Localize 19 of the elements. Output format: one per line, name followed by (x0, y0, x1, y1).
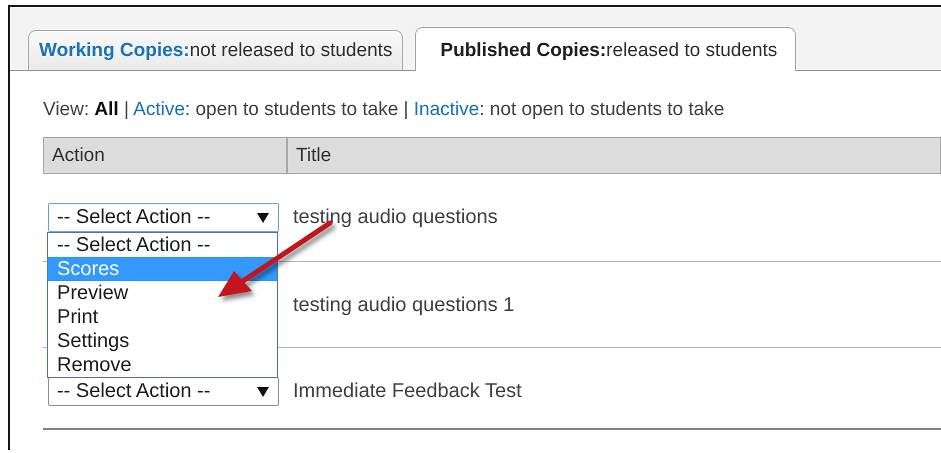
tab[interactable]: Published Copies:released to students (415, 27, 796, 71)
caret-icon (256, 386, 270, 398)
action-select[interactable]: -- Select Action -- (48, 377, 279, 406)
column-header: Action (44, 138, 288, 173)
test-title: Immediate Feedback Test (293, 379, 522, 404)
tab[interactable]: Working Copies:not released to students (28, 30, 404, 70)
dropdown-option[interactable]: Remove (48, 353, 277, 377)
caret-icon (256, 212, 270, 224)
view-filter-text: View: All | Active: open to students to take | Inactive: not open to students to take (43, 99, 726, 122)
test-title: testing audio questions (293, 205, 498, 230)
dropdown-option[interactable]: Print (48, 305, 277, 329)
dropdown-option[interactable]: -- Select Action -- (48, 233, 277, 257)
filter-link[interactable]: Inactive (414, 99, 480, 120)
test-title: testing audio questions 1 (293, 293, 514, 318)
filter-link[interactable]: Active (133, 99, 185, 120)
column-header: Title (295, 144, 332, 168)
dropdown-option[interactable]: Settings (48, 329, 277, 353)
dropdown-option[interactable]: Preview (48, 281, 277, 305)
action-select[interactable]: -- Select Action -- (48, 203, 279, 232)
